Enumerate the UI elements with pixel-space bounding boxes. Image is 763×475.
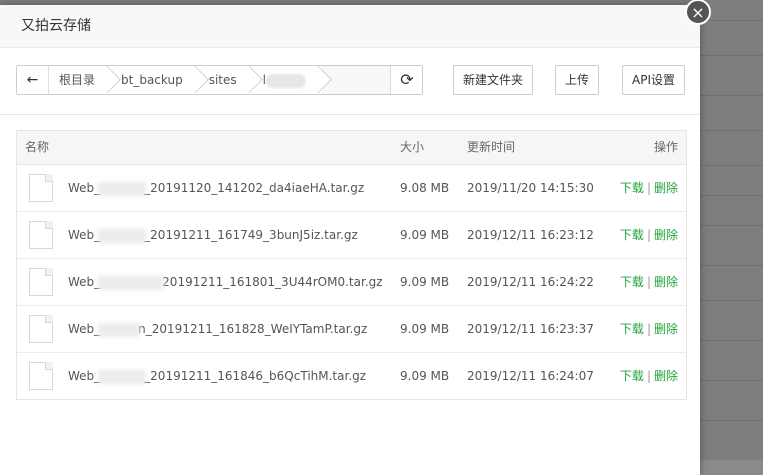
file-name[interactable]: Web_ 20191211_161801_3U44rOM0.tar.gz <box>68 259 383 305</box>
header-name[interactable]: 名称 <box>25 131 49 164</box>
file-icon <box>29 174 53 202</box>
file-name-prefix: Web_ <box>68 181 101 195</box>
file-time: 2019/12/11 16:24:07 <box>467 369 594 383</box>
file-time: 2019/11/20 14:15:30 <box>467 181 594 195</box>
file-size: 9.08 MB <box>400 181 450 195</box>
api-settings-button[interactable]: API设置 <box>622 65 685 95</box>
action-separator: | <box>646 275 651 289</box>
new-folder-button[interactable]: 新建文件夹 <box>453 65 534 95</box>
dialog-title: 又拍云存储 <box>0 5 700 48</box>
table-row[interactable]: Web_ _20191211_161846_b6QcTihM.tar.gz 9.0… <box>17 353 686 399</box>
file-size: 9.09 MB <box>400 322 450 336</box>
delete-link[interactable]: 删除 <box>654 181 678 195</box>
action-separator: | <box>646 228 651 242</box>
download-link[interactable]: 下载 <box>620 322 644 336</box>
file-name[interactable]: Web_ _20191211_161749_3bunJ5iz.tar.gz <box>68 212 358 258</box>
delete-link[interactable]: 删除 <box>654 322 678 336</box>
delete-link[interactable]: 删除 <box>654 228 678 242</box>
file-size: 9.09 MB <box>400 275 450 289</box>
file-size: 9.09 MB <box>400 228 450 242</box>
file-size: 9.09 MB <box>400 369 450 383</box>
row-actions: 下载 | 删除 <box>620 212 678 258</box>
table-row[interactable]: Web_ _20191120_141202_da4iaeHA.tar.gz 9.0… <box>17 165 686 212</box>
header-time[interactable]: 更新时间 <box>467 131 515 164</box>
file-icon <box>29 315 53 343</box>
row-actions: 下载 | 删除 <box>620 165 678 211</box>
download-link[interactable]: 下载 <box>620 275 644 289</box>
redacted-mask <box>98 275 165 290</box>
refresh-icon[interactable]: ⟳ <box>390 66 422 94</box>
breadcrumb: ← 根目录 bt_backup sites l ⟳ <box>16 65 423 95</box>
divider <box>0 114 700 115</box>
redacted-mask <box>98 228 147 243</box>
file-time: 2019/12/11 16:23:37 <box>467 322 594 336</box>
header-operation: 操作 <box>653 140 678 154</box>
table-row[interactable]: Web_ n_20191211_161828_WeIYTamP.tar.gz 9.… <box>17 306 686 353</box>
file-name[interactable]: Web_ _20191120_141202_da4iaeHA.tar.gz <box>68 165 364 211</box>
action-separator: | <box>646 181 651 195</box>
file-icon <box>29 221 53 249</box>
file-name-suffix: _20191120_141202_da4iaeHA.tar.gz <box>144 181 365 195</box>
table-header: 名称 大小 更新时间 操作 <box>17 131 686 165</box>
download-link[interactable]: 下载 <box>620 181 644 195</box>
download-link[interactable]: 下载 <box>620 228 644 242</box>
file-name[interactable]: Web_ n_20191211_161828_WeIYTamP.tar.gz <box>68 306 367 352</box>
row-actions: 下载 | 删除 <box>620 259 678 305</box>
file-name-suffix: _20191211_161846_b6QcTihM.tar.gz <box>144 369 367 383</box>
file-icon <box>29 362 53 390</box>
action-separator: | <box>646 369 651 383</box>
file-icon <box>29 268 53 296</box>
file-name-suffix: _20191211_161749_3bunJ5iz.tar.gz <box>144 228 358 242</box>
file-name-suffix: n_20191211_161828_WeIYTamP.tar.gz <box>138 322 368 336</box>
file-time: 2019/12/11 16:24:22 <box>467 275 594 289</box>
file-name-prefix: Web_ <box>68 275 101 289</box>
file-name-prefix: Web_ <box>68 228 101 242</box>
file-name-suffix: 20191211_161801_3U44rOM0.tar.gz <box>162 275 383 289</box>
breadcrumb-sites-label: sites <box>208 73 237 87</box>
breadcrumb-items: 根目录 bt_backup sites l <box>49 66 322 94</box>
file-name[interactable]: Web_ _20191211_161846_b6QcTihM.tar.gz <box>68 353 366 399</box>
redacted-mask <box>266 73 306 88</box>
toolbar: ← 根目录 bt_backup sites l ⟳ 新建文件夹 上传 API设置 <box>16 65 686 95</box>
delete-link[interactable]: 删除 <box>654 369 678 383</box>
row-actions: 下载 | 删除 <box>620 306 678 352</box>
delete-link[interactable]: 删除 <box>654 275 678 289</box>
breadcrumb-current[interactable]: l <box>252 66 322 94</box>
background-rows <box>700 0 763 460</box>
redacted-mask <box>98 322 141 337</box>
table-row[interactable]: Web_ _20191211_161749_3bunJ5iz.tar.gz 9.0… <box>17 212 686 259</box>
file-time: 2019/12/11 16:23:12 <box>467 228 594 242</box>
file-table: 名称 大小 更新时间 操作 Web_ _20191120_141202_da4ia… <box>16 130 687 400</box>
redacted-mask <box>98 369 147 384</box>
close-icon[interactable]: × <box>685 0 711 25</box>
download-link[interactable]: 下载 <box>620 369 644 383</box>
breadcrumb-bt-backup-label: bt_backup <box>121 73 183 87</box>
redacted-mask <box>98 181 147 196</box>
file-name-prefix: Web_ <box>68 322 101 336</box>
breadcrumb-root[interactable]: 根目录 <box>49 66 112 94</box>
breadcrumb-bt-backup[interactable]: bt_backup <box>111 66 199 94</box>
table-row[interactable]: Web_ 20191211_161801_3U44rOM0.tar.gz 9.09… <box>17 259 686 306</box>
back-arrow-icon[interactable]: ← <box>17 66 49 94</box>
header-size[interactable]: 大小 <box>400 131 424 164</box>
upload-button[interactable]: 上传 <box>555 65 600 95</box>
file-name-prefix: Web_ <box>68 369 101 383</box>
action-separator: | <box>646 322 651 336</box>
row-actions: 下载 | 删除 <box>620 353 678 399</box>
breadcrumb-root-label: 根目录 <box>59 73 96 87</box>
cloud-storage-dialog: 又拍云存储 × ← 根目录 bt_backup sites l ⟳ 新建文件夹 … <box>0 0 711 475</box>
